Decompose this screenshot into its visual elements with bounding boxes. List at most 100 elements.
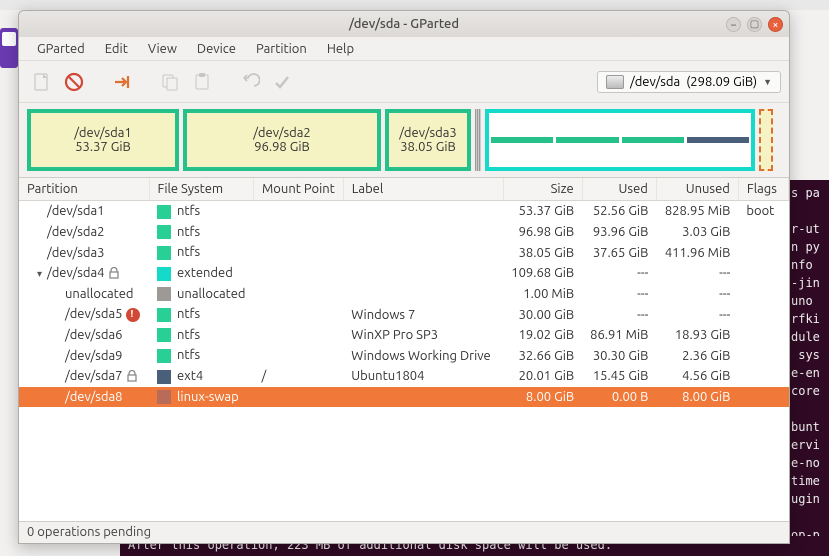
filesystem-cell: unallocated xyxy=(149,284,254,305)
filesystem-cell: ext4 xyxy=(149,366,254,387)
toolbar: /dev/sda (298.09 GiB) ▼ xyxy=(19,61,789,103)
titlebar[interactable]: /dev/sda - GParted – ▢ × xyxy=(19,11,789,37)
unused-cell: 4.56 GiB xyxy=(656,366,738,387)
table-row[interactable]: /dev/sda8linux-swap8.00 GiB0.00 B8.00 Gi… xyxy=(19,387,789,408)
filesystem-cell: ntfs xyxy=(149,345,254,366)
mountpoint-cell xyxy=(254,222,344,243)
table-row[interactable]: /dev/sda5 ntfsWindows 730.00 GiB------ xyxy=(19,304,789,325)
apply-button[interactable] xyxy=(267,67,297,97)
size-cell: 20.01 GiB xyxy=(503,366,582,387)
col-partition[interactable]: Partition xyxy=(19,178,149,201)
flags-cell xyxy=(738,304,788,325)
col-mountpoint[interactable]: Mount Point xyxy=(254,178,344,201)
diskmap-sda2[interactable]: /dev/sda2 96.98 GiB xyxy=(183,109,381,171)
table-row[interactable]: /dev/sda9ntfsWindows Working Drive32.66 … xyxy=(19,345,789,366)
unused-cell: --- xyxy=(656,304,738,325)
diskmap-resizer[interactable] xyxy=(475,109,481,171)
menu-help[interactable]: Help xyxy=(317,39,364,59)
maximize-button[interactable]: ▢ xyxy=(747,17,762,32)
partition-cell: /dev/sda2 xyxy=(19,222,149,243)
size-cell: 96.98 GiB xyxy=(503,222,582,243)
mountpoint-cell xyxy=(254,387,344,408)
new-partition-button[interactable] xyxy=(27,67,57,97)
mountpoint-cell xyxy=(254,201,344,222)
diskmap-sda8[interactable] xyxy=(759,109,773,171)
mountpoint-cell xyxy=(254,325,344,346)
partition-cell: /dev/sda1 xyxy=(19,201,149,222)
resize-move-button[interactable] xyxy=(107,67,137,97)
undo-button[interactable] xyxy=(235,67,265,97)
diskmap-sda9[interactable] xyxy=(622,137,684,143)
fs-swatch xyxy=(157,349,171,363)
flags-cell xyxy=(738,366,788,387)
table-row[interactable]: /dev/sda2ntfs96.98 GiB93.96 GiB3.03 GiB xyxy=(19,222,789,243)
fs-swatch xyxy=(157,225,171,239)
col-size[interactable]: Size xyxy=(503,178,582,201)
paste-button[interactable] xyxy=(187,67,217,97)
delete-partition-button[interactable] xyxy=(59,67,89,97)
copy-icon xyxy=(160,72,180,92)
table-row[interactable]: ▾/dev/sda4 extended109.68 GiB------ xyxy=(19,263,789,284)
filesystem-cell: ntfs xyxy=(149,325,254,346)
mountpoint-cell xyxy=(254,284,344,305)
partition-table[interactable]: Partition File System Mount Point Label … xyxy=(19,177,789,521)
desktop-topbar xyxy=(0,0,829,10)
diskmap-sda4-extended[interactable] xyxy=(485,109,755,171)
diskmap-sda1[interactable]: /dev/sda1 53.37 GiB xyxy=(27,109,179,171)
diskmap-size: 96.98 GiB xyxy=(254,140,310,154)
filesystem-cell: extended xyxy=(149,263,254,284)
fs-swatch xyxy=(157,205,171,219)
table-row[interactable]: unallocatedunallocated1.00 MiB------ xyxy=(19,284,789,305)
filesystem-cell: ntfs xyxy=(149,222,254,243)
expander-icon[interactable]: ▾ xyxy=(37,268,47,280)
flags-cell xyxy=(738,387,788,408)
copy-button[interactable] xyxy=(155,67,185,97)
diskmap-sda3[interactable]: /dev/sda3 38.05 GiB xyxy=(385,109,471,171)
col-used[interactable]: Used xyxy=(582,178,656,201)
diskmap-size: 53.37 GiB xyxy=(75,140,131,154)
window-title: /dev/sda - GParted xyxy=(349,17,459,31)
table-row[interactable]: /dev/sda1ntfs53.37 GiB52.56 GiB828.95 Mi… xyxy=(19,201,789,222)
unused-cell: --- xyxy=(656,284,738,305)
minimize-button[interactable]: – xyxy=(726,17,741,32)
device-size: (298.09 GiB) xyxy=(686,75,757,89)
menu-device[interactable]: Device xyxy=(187,39,246,59)
col-filesystem[interactable]: File System xyxy=(149,178,254,201)
table-row[interactable]: /dev/sda6ntfsWinXP Pro SP319.02 GiB86.91… xyxy=(19,325,789,346)
col-label[interactable]: Label xyxy=(343,178,503,201)
mountpoint-cell xyxy=(254,263,344,284)
table-row[interactable]: /dev/sda7 ext4/Ubuntu180420.01 GiB15.45 … xyxy=(19,366,789,387)
partition-cell: /dev/sda8 xyxy=(19,387,149,408)
close-button[interactable]: × xyxy=(768,17,783,32)
size-cell: 30.00 GiB xyxy=(503,304,582,325)
flags-cell xyxy=(738,242,788,263)
mountpoint-cell: / xyxy=(254,366,344,387)
label-cell xyxy=(343,222,503,243)
fs-swatch xyxy=(157,287,171,301)
menu-partition[interactable]: Partition xyxy=(246,39,317,59)
table-row[interactable]: /dev/sda3ntfs38.05 GiB37.65 GiB411.96 Mi… xyxy=(19,242,789,263)
used-cell: 30.30 GiB xyxy=(582,345,656,366)
device-name: /dev/sda xyxy=(630,75,680,89)
menu-gparted[interactable]: GParted xyxy=(27,39,95,59)
filesystem-cell: ntfs xyxy=(149,304,254,325)
partition-cell: /dev/sda6 xyxy=(19,325,149,346)
diskmap-sda5[interactable] xyxy=(491,137,553,143)
menu-edit[interactable]: Edit xyxy=(95,39,138,59)
label-cell xyxy=(343,242,503,263)
disk-map: /dev/sda1 53.37 GiB /dev/sda2 96.98 GiB … xyxy=(19,103,789,177)
diskmap-sda7[interactable] xyxy=(687,137,749,143)
col-unused[interactable]: Unused xyxy=(656,178,738,201)
diskmap-sda6[interactable] xyxy=(556,137,618,143)
col-flags[interactable]: Flags xyxy=(738,178,788,201)
undo-icon xyxy=(240,72,260,92)
device-selector[interactable]: /dev/sda (298.09 GiB) ▼ xyxy=(597,71,781,93)
size-cell: 109.68 GiB xyxy=(503,263,582,284)
delete-icon xyxy=(64,72,84,92)
size-cell: 32.66 GiB xyxy=(503,345,582,366)
menubar: GParted Edit View Device Partition Help xyxy=(19,37,789,61)
unused-cell: 8.00 GiB xyxy=(656,387,738,408)
menu-view[interactable]: View xyxy=(138,39,187,59)
filesystem-cell: ntfs xyxy=(149,201,254,222)
diskmap-label: /dev/sda1 xyxy=(74,126,132,140)
